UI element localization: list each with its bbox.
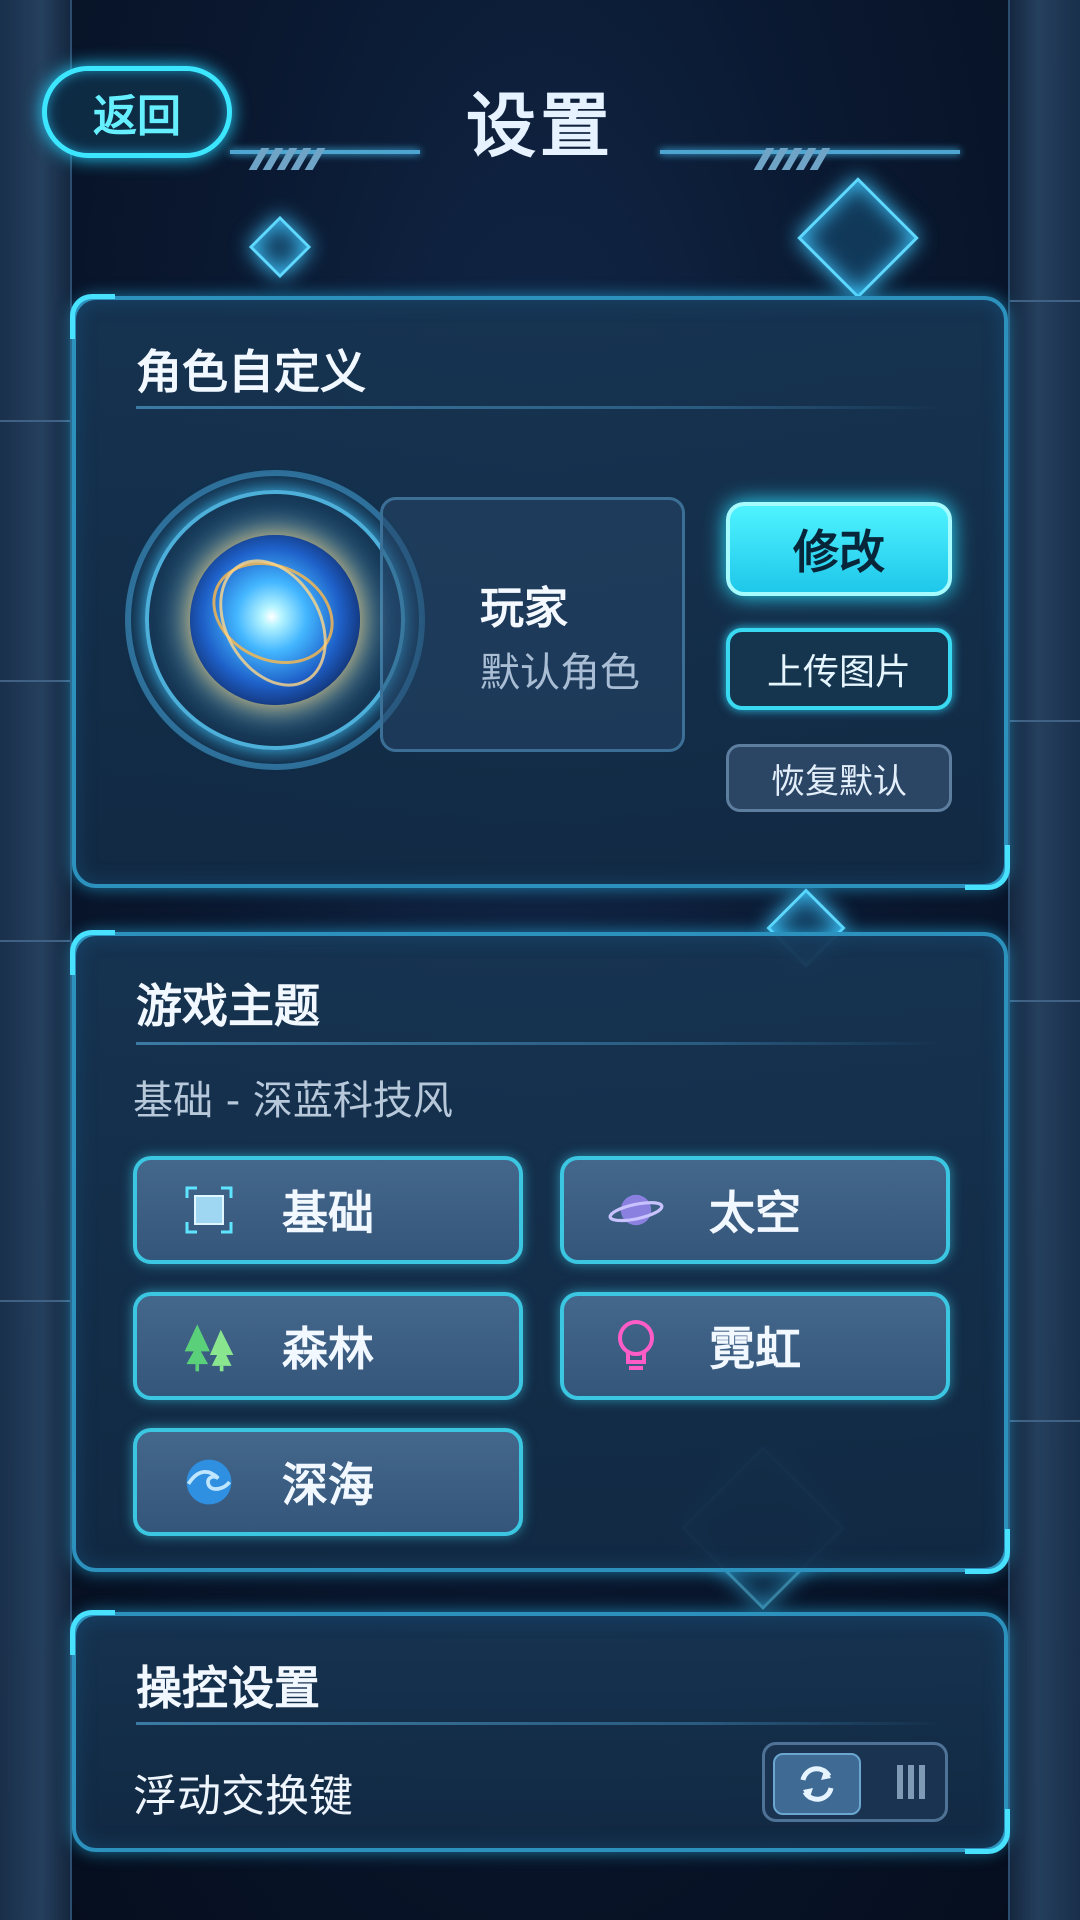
current-theme-text: 基础 - 深蓝科技风: [133, 1078, 453, 1124]
theme-section-title: 游戏主题: [136, 979, 320, 1033]
edit-button[interactable]: 修改: [726, 502, 952, 596]
upload-image-button[interactable]: 上传图片: [726, 628, 952, 710]
swap-icon: [773, 1753, 861, 1815]
header-bar: 返回 设置: [0, 0, 1080, 190]
floating-swap-toggle[interactable]: [762, 1742, 948, 1822]
theme-option-label: 深海: [282, 1458, 374, 1512]
theme-option-label: 基础: [282, 1186, 374, 1240]
header-stripes-decoration: [248, 148, 326, 170]
left-wall-decoration: [0, 0, 72, 1920]
section-divider: [136, 1722, 944, 1725]
theme-option-basic[interactable]: 基础: [133, 1156, 523, 1264]
section-divider: [136, 1042, 944, 1045]
theme-option-label: 太空: [709, 1186, 801, 1240]
theme-option-forest[interactable]: 森林: [133, 1292, 523, 1400]
avatar[interactable]: [190, 535, 360, 706]
controls-section-title: 操控设置: [136, 1661, 320, 1715]
toggle-off-indicator: [897, 1765, 925, 1799]
section-divider: [136, 406, 944, 409]
theme-option-label: 霓虹: [709, 1322, 801, 1376]
right-wall-decoration: [1008, 0, 1080, 1920]
theme-option-neon[interactable]: 霓虹: [560, 1292, 950, 1400]
page-title: 设置: [466, 85, 614, 167]
floating-cube-decoration: [797, 177, 919, 299]
restore-default-button[interactable]: 恢复默认: [726, 744, 952, 812]
character-section-title: 角色自定义: [136, 345, 366, 399]
player-role: 默认角色: [480, 650, 640, 696]
header-stripes-decoration: [753, 148, 831, 170]
theme-option-deep-sea[interactable]: 深海: [133, 1428, 523, 1536]
floating-swap-label: 浮动交换键: [133, 1771, 353, 1822]
theme-option-label: 森林: [282, 1322, 374, 1376]
player-name: 玩家: [480, 583, 568, 634]
theme-option-space[interactable]: 太空: [560, 1156, 950, 1264]
floating-cube-decoration: [248, 215, 312, 279]
